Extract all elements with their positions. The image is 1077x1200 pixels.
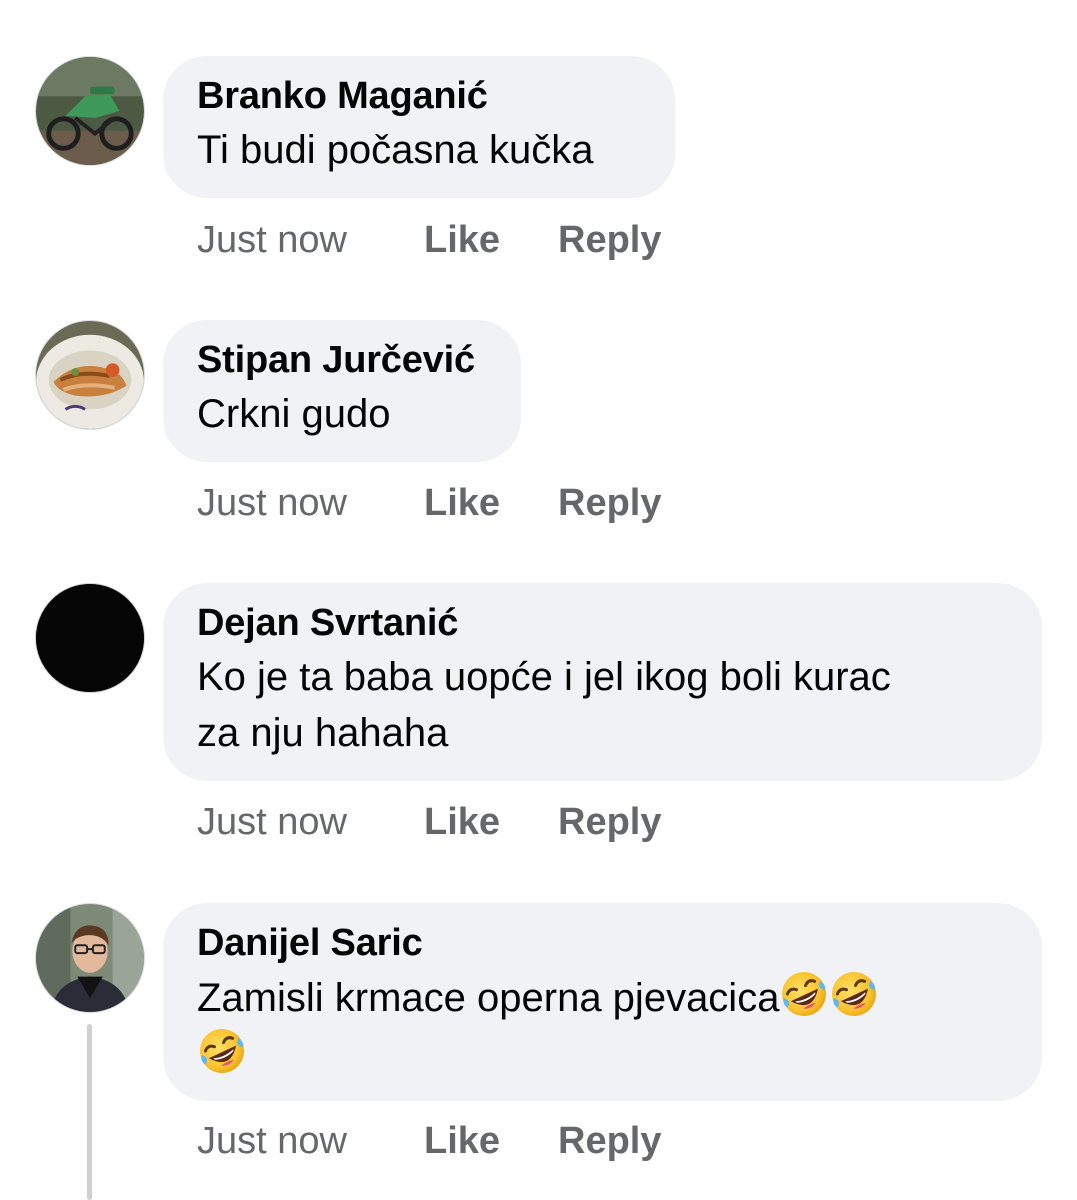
comment-text: Ti budi počasna kučka bbox=[197, 128, 594, 172]
comment-text: Zamisli krmace operna pjevacica bbox=[197, 969, 1008, 1083]
food-plate-photo-icon bbox=[36, 321, 144, 429]
comment-timestamp[interactable]: Just now bbox=[197, 797, 347, 847]
reply-thread-line bbox=[87, 1024, 92, 1200]
comment-text: Crkni gudo bbox=[197, 392, 391, 436]
like-button[interactable]: Like bbox=[424, 478, 500, 528]
avatar[interactable] bbox=[35, 903, 145, 1013]
comment-author[interactable]: Dejan Svrtanić bbox=[197, 601, 1008, 645]
avatar[interactable] bbox=[35, 56, 145, 166]
reply-button[interactable]: Reply bbox=[558, 1116, 661, 1166]
comment-timestamp[interactable]: Just now bbox=[197, 215, 347, 265]
motorcycle-photo-icon bbox=[36, 57, 144, 165]
comment-bubble: Stipan Jurčević Crkni gudo bbox=[163, 320, 521, 462]
reply-button[interactable]: Reply bbox=[558, 215, 661, 265]
comment-author[interactable]: Branko Maganić bbox=[197, 74, 641, 118]
man-with-glasses-photo-icon bbox=[36, 904, 144, 1012]
comment-author[interactable]: Danijel Saric bbox=[197, 921, 1008, 965]
avatar[interactable] bbox=[35, 583, 145, 693]
comment-timestamp[interactable]: Just now bbox=[197, 478, 347, 528]
black-circle-icon bbox=[36, 584, 144, 692]
rofl-emoji-icon bbox=[779, 969, 829, 1019]
rofl-emoji-icon bbox=[829, 969, 879, 1019]
comment-bubble: Dejan Svrtanić Ko je ta baba uopće i jel… bbox=[163, 583, 1042, 781]
avatar[interactable] bbox=[35, 320, 145, 430]
like-button[interactable]: Like bbox=[424, 215, 500, 265]
comment-text-line: za nju hahaha bbox=[197, 711, 449, 755]
comment-bubble: Branko Maganić Ti budi počasna kučka bbox=[163, 56, 675, 198]
comment-text: Ko je ta baba uopće i jel ikog boli kura… bbox=[197, 649, 1008, 761]
comment-bubble: Danijel Saric Zamisli krmace operna pjev… bbox=[163, 903, 1042, 1101]
reply-button[interactable]: Reply bbox=[558, 797, 661, 847]
comment-text-content: Zamisli krmace operna pjevacica bbox=[197, 976, 780, 1020]
comment-timestamp[interactable]: Just now bbox=[197, 1116, 347, 1166]
like-button[interactable]: Like bbox=[424, 1116, 500, 1166]
comment-text-line: Ko je ta baba uopće i jel ikog boli kura… bbox=[197, 655, 891, 699]
like-button[interactable]: Like bbox=[424, 797, 500, 847]
comment-author[interactable]: Stipan Jurčević bbox=[197, 338, 487, 382]
reply-button[interactable]: Reply bbox=[558, 478, 661, 528]
rofl-emoji-icon bbox=[197, 1026, 247, 1076]
